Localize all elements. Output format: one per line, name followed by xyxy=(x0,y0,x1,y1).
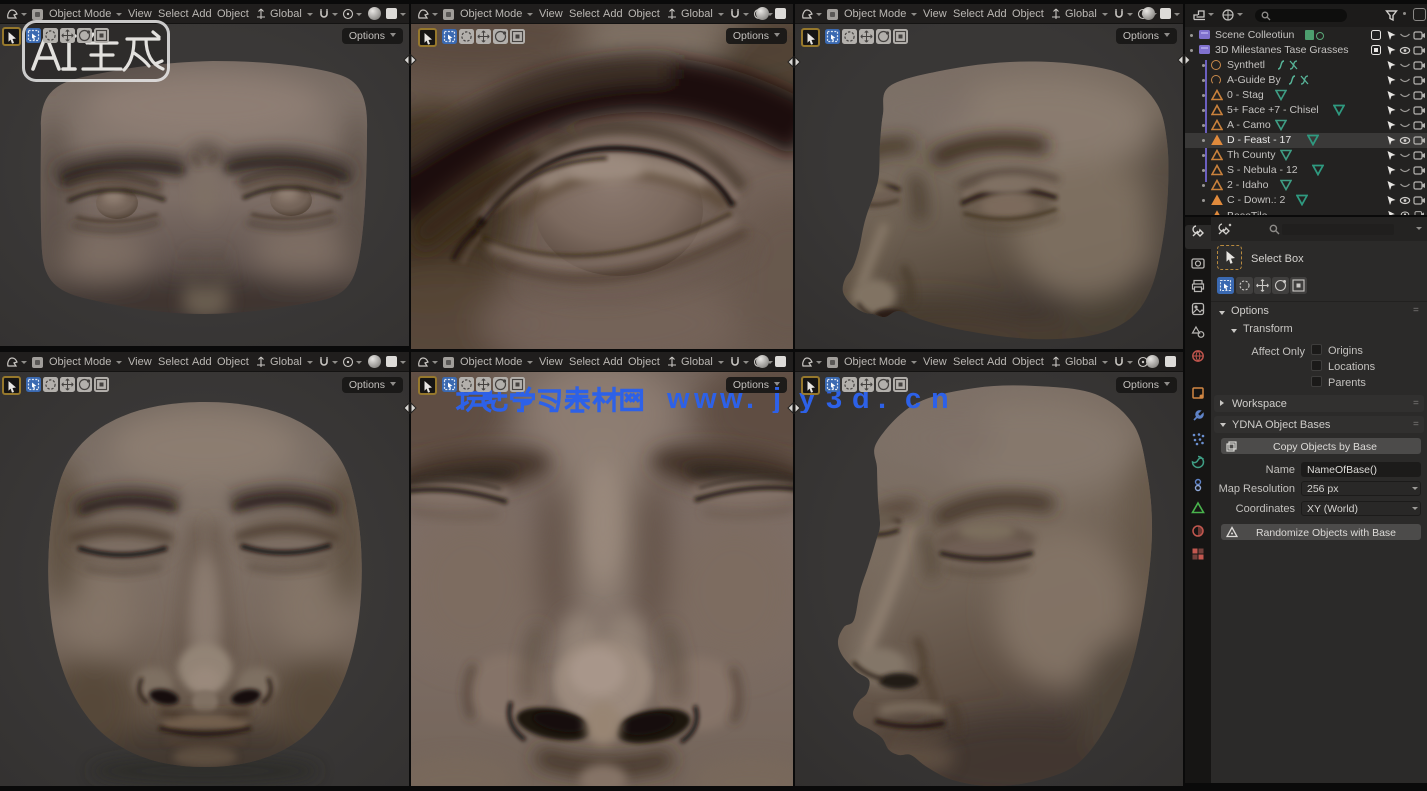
svg-text:w: w xyxy=(666,383,690,413)
svg-text:j: j xyxy=(772,383,781,413)
svg-text:w: w xyxy=(693,383,717,413)
svg-text:w: w xyxy=(719,383,743,413)
svg-text:n: n xyxy=(931,383,949,413)
svg-text:.: . xyxy=(746,383,754,413)
